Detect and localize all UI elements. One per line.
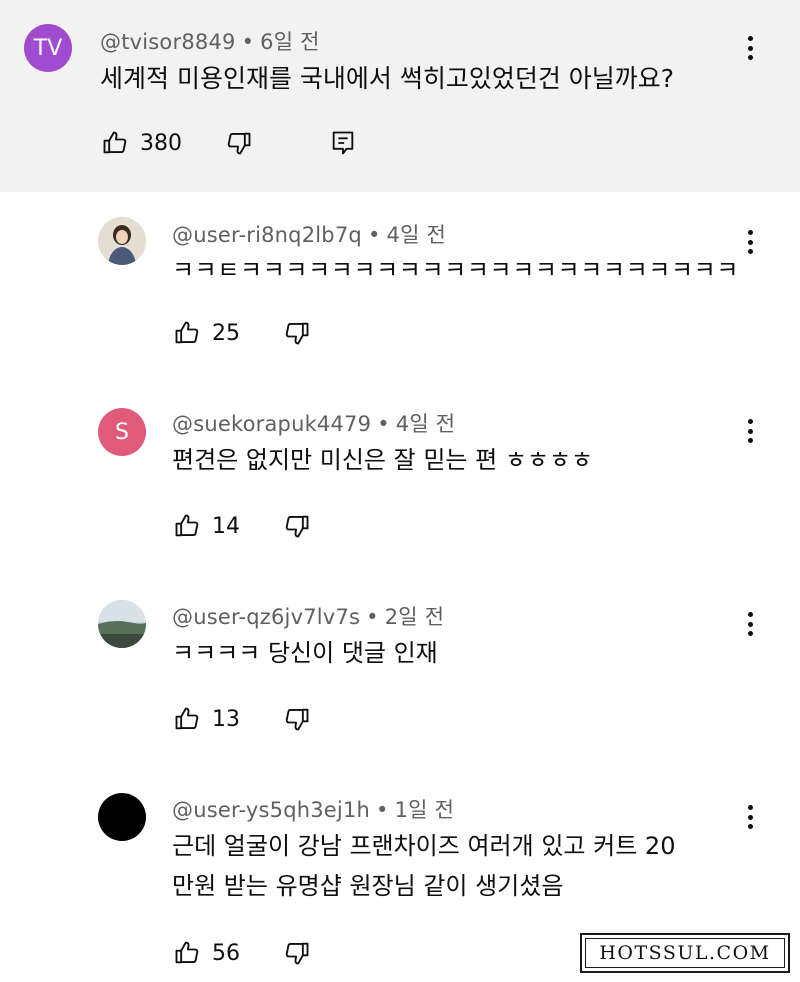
- avatar[interactable]: S: [98, 408, 146, 456]
- comment-author[interactable]: @user-ys5qh3ej1h: [172, 798, 370, 822]
- comment-text-line-2: 만원 받는 유명샵 원장님 같이 생기셨음: [172, 872, 564, 900]
- thumb-up-icon[interactable]: [100, 128, 130, 158]
- avatar-initials: TV: [33, 35, 63, 61]
- more-vert-icon[interactable]: [740, 609, 760, 639]
- comment-time[interactable]: 1일 전: [395, 798, 454, 822]
- meta-separator: •: [377, 412, 390, 436]
- meta-separator: •: [366, 605, 379, 629]
- comment-actions: 25: [172, 318, 312, 348]
- like-count: 14: [212, 513, 240, 539]
- comment-time[interactable]: 2일 전: [385, 605, 444, 629]
- comment-text: 세계적 미용인재를 국내에서 썩히고있었던건 아닐까요?: [100, 64, 675, 93]
- meta-separator: •: [376, 798, 389, 822]
- thumb-down-icon[interactable]: [282, 704, 312, 734]
- comment-time[interactable]: 4일 전: [396, 412, 455, 436]
- thumb-down-icon[interactable]: [282, 938, 312, 968]
- like-count: 13: [212, 706, 240, 732]
- like-count: 56: [212, 940, 240, 966]
- comment-meta: @user-qz6jv7lv7s • 2일 전: [172, 601, 444, 631]
- comment-author[interactable]: @suekorapuk4479: [172, 412, 371, 436]
- comment-actions: 13: [172, 704, 312, 734]
- comment-text: ㅋㅋㅌㅋㅋㅋㅋㅋㅋㅋㅋㅋㅋㅋㅋㅋㅋㅋㅋㅋㅋㅋㅋㅋㅋ: [172, 256, 739, 284]
- comment-meta: @tvisor8849 • 6일 전: [100, 26, 320, 56]
- meta-separator: •: [367, 223, 381, 247]
- more-vert-icon[interactable]: [740, 227, 760, 257]
- avatar[interactable]: TV: [24, 24, 72, 72]
- comment-actions: 14: [172, 511, 312, 541]
- more-vert-icon[interactable]: [740, 33, 760, 63]
- comment-actions: 380: [100, 128, 358, 158]
- comment-time[interactable]: 4일 전: [387, 223, 446, 247]
- thumb-up-icon[interactable]: [172, 511, 202, 541]
- comment-meta: @user-ri8nq2lb7q • 4일 전: [172, 219, 446, 249]
- comment-meta: @user-ys5qh3ej1h • 1일 전: [172, 794, 454, 824]
- avatar[interactable]: [98, 600, 146, 648]
- thumb-down-icon[interactable]: [282, 318, 312, 348]
- thumb-down-icon[interactable]: [282, 511, 312, 541]
- thumb-up-icon[interactable]: [172, 704, 202, 734]
- comment-text: 편견은 없지만 미신은 잘 믿는 편 ㅎㅎㅎㅎ: [172, 446, 594, 474]
- comment-author[interactable]: @user-qz6jv7lv7s: [172, 605, 360, 629]
- comment-author[interactable]: @user-ri8nq2lb7q: [172, 223, 362, 247]
- avatar-photo-landscape: [98, 600, 146, 648]
- comment-text: ㅋㅋㅋㅋ 당신이 댓글 인재: [172, 639, 438, 667]
- thumb-up-icon[interactable]: [172, 938, 202, 968]
- comment-meta: @suekorapuk4479 • 4일 전: [172, 408, 455, 438]
- like-count: 380: [140, 130, 182, 156]
- comment-author[interactable]: @tvisor8849: [100, 30, 236, 54]
- thumb-up-icon[interactable]: [172, 318, 202, 348]
- more-vert-icon[interactable]: [740, 802, 760, 832]
- comment-text-line-1: 근데 얼굴이 강남 프랜차이즈 여러개 있고 커트 20: [172, 832, 676, 860]
- reply-icon[interactable]: [328, 128, 358, 158]
- avatar[interactable]: [98, 793, 146, 841]
- avatar[interactable]: [98, 217, 146, 265]
- watermark: HOTSSUL.COM: [580, 933, 790, 973]
- thumb-down-icon[interactable]: [224, 128, 254, 158]
- avatar-photo-person: [98, 217, 146, 265]
- comment-time[interactable]: 6일 전: [260, 30, 319, 54]
- more-vert-icon[interactable]: [740, 416, 760, 446]
- avatar-initials: S: [115, 419, 129, 445]
- like-count: 25: [212, 320, 240, 346]
- meta-separator: •: [241, 30, 255, 54]
- comment-actions: 56: [172, 938, 312, 968]
